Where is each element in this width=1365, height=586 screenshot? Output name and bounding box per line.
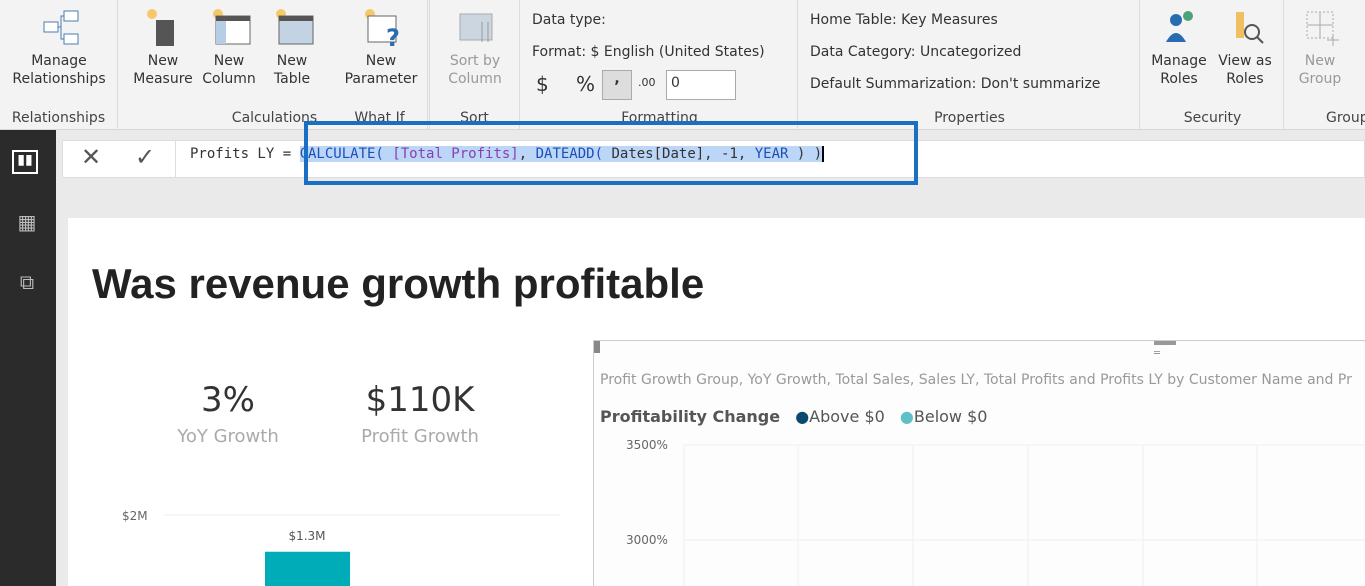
label: New xyxy=(1304,53,1336,69)
comma-button[interactable]: , xyxy=(602,70,632,100)
bar[interactable] xyxy=(265,551,350,586)
group-label: Security xyxy=(1183,110,1242,126)
key-search-icon xyxy=(1228,8,1264,46)
label: Roles xyxy=(1226,71,1264,87)
scatter-visual[interactable]: ═ Profit Growth Group, YoY Growth, Total… xyxy=(593,340,1365,586)
label: Manage xyxy=(1151,53,1207,69)
y-tick-label: $2M xyxy=(122,509,148,523)
group-label: Groups xyxy=(1326,110,1365,126)
groups-group: New Group Groups xyxy=(1286,0,1365,130)
label: Roles xyxy=(1160,71,1198,87)
label: View as xyxy=(1218,53,1272,69)
view-as-roles-button[interactable]: View as Roles xyxy=(1212,8,1278,88)
decimal-places-spinner[interactable]: 0 xyxy=(666,70,736,100)
properties-group: Home Table: Key Measures Data Category: … xyxy=(800,0,1140,130)
roles-icon xyxy=(1162,8,1196,46)
new-group-button[interactable]: New Group xyxy=(1290,8,1350,88)
data-label: $1.3M xyxy=(288,529,325,543)
home-table-dropdown[interactable]: Home Table: Key Measures xyxy=(810,12,998,28)
bar-chart[interactable]: $2M $1.3M xyxy=(0,0,600,586)
data-category-dropdown[interactable]: Data Category: Uncategorized xyxy=(810,44,1021,60)
security-group: Manage Roles View as Roles Security xyxy=(1142,0,1284,130)
new-group-icon xyxy=(1303,8,1339,46)
scatter-plot-area xyxy=(683,444,1365,586)
manage-roles-button[interactable]: Manage Roles xyxy=(1146,8,1212,88)
label: Group xyxy=(1298,71,1342,87)
decimals-icon: .00 xyxy=(638,76,656,89)
summarization-dropdown[interactable]: Default Summarization: Don't summarize xyxy=(810,76,1100,92)
